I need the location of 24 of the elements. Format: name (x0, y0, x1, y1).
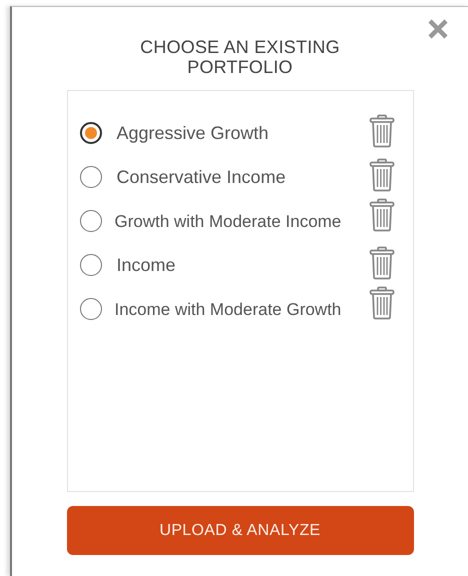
radio-button[interactable] (80, 254, 102, 276)
portfolio-name[interactable]: Growth with Moderate Income (114, 208, 344, 234)
trash-icon (368, 114, 394, 148)
radio-button[interactable] (80, 122, 102, 144)
delete-button[interactable] (368, 158, 394, 192)
upload-analyze-button[interactable]: UPLOAD & ANALYZE (66, 506, 414, 555)
delete-button[interactable] (368, 198, 394, 232)
portfolio-name[interactable]: Income with Moderate Growth (114, 296, 344, 322)
trash-icon (368, 286, 394, 320)
close-icon (426, 17, 450, 41)
close-button[interactable] (426, 17, 450, 41)
dialog-title: CHOOSE AN EXISTING PORTFOLIO (139, 37, 341, 77)
trash-icon (368, 246, 394, 280)
radio-button[interactable] (80, 166, 102, 188)
trash-icon (368, 198, 394, 232)
trash-icon (368, 158, 394, 192)
radio-button[interactable] (80, 210, 102, 232)
delete-button[interactable] (368, 246, 394, 280)
portfolio-name[interactable]: Aggressive Growth (116, 120, 346, 146)
portfolio-name[interactable]: Income (116, 252, 346, 278)
delete-button[interactable] (368, 114, 394, 148)
portfolio-name[interactable]: Conservative Income (116, 164, 346, 190)
radio-button[interactable] (80, 298, 102, 320)
delete-button[interactable] (368, 286, 394, 320)
